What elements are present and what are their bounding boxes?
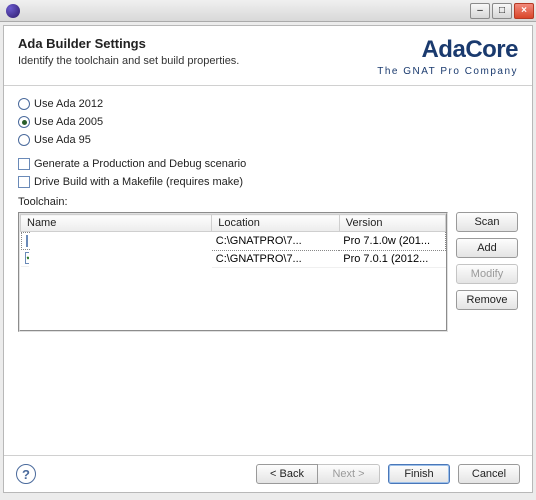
checkbox-label: Generate a Production and Debug scenario — [34, 158, 246, 170]
radio-label: Use Ada 95 — [34, 134, 91, 146]
help-icon[interactable]: ? — [16, 464, 36, 484]
radio-use-ada-2005[interactable]: Use Ada 2005 — [18, 116, 518, 128]
table-row[interactable]: powerpc-elf C:\GNATPRO\7... Pro 7.0.1 (2… — [21, 250, 446, 267]
cancel-button[interactable]: Cancel — [458, 464, 520, 484]
col-version[interactable]: Version — [339, 215, 445, 232]
radio-icon — [18, 134, 30, 146]
minimize-button[interactable]: – — [470, 3, 490, 19]
add-button[interactable]: Add — [456, 238, 518, 258]
next-button: Next > — [318, 464, 380, 484]
radio-label: Use Ada 2012 — [34, 98, 103, 110]
logo-text-core: Core — [465, 36, 518, 63]
page-title: Ada Builder Settings — [18, 36, 239, 51]
app-icon — [6, 4, 20, 18]
checkbox-makefile[interactable]: Drive Build with a Makefile (requires ma… — [18, 176, 518, 188]
row-location: C:\GNATPRO\7... — [212, 232, 340, 251]
checkbox-icon — [18, 176, 30, 188]
checkbox-production-debug[interactable]: Generate a Production and Debug scenario — [18, 158, 518, 170]
row-version: Pro 7.0.1 (2012... — [339, 250, 445, 267]
radio-label: Use Ada 2005 — [34, 116, 103, 128]
row-checkbox[interactable] — [25, 252, 29, 264]
titlebar: – □ × — [0, 0, 536, 22]
close-button[interactable]: × — [514, 3, 534, 19]
toolchain-table[interactable]: Name Location Version native C — [18, 212, 448, 332]
checkbox-label: Drive Build with a Makefile (requires ma… — [34, 176, 243, 188]
finish-button[interactable]: Finish — [388, 464, 450, 484]
dialog-footer: ? < Back Next > Finish Cancel — [4, 455, 532, 492]
col-name[interactable]: Name — [21, 215, 212, 232]
checkbox-icon — [18, 158, 30, 170]
table-row[interactable]: native C:\GNATPRO\7... Pro 7.1.0w (201..… — [21, 232, 446, 251]
radio-icon — [18, 116, 30, 128]
page-subtitle: Identify the toolchain and set build pro… — [18, 55, 239, 67]
radio-icon — [18, 98, 30, 110]
logo-text-ada: Ada — [421, 36, 465, 63]
modify-button: Modify — [456, 264, 518, 284]
row-checkbox[interactable] — [26, 235, 28, 247]
back-button[interactable]: < Back — [256, 464, 318, 484]
radio-use-ada-2012[interactable]: Use Ada 2012 — [18, 98, 518, 110]
row-version: Pro 7.1.0w (201... — [339, 232, 445, 251]
dialog-content: Ada Builder Settings Identify the toolch… — [3, 25, 533, 493]
radio-use-ada-95[interactable]: Use Ada 95 — [18, 134, 518, 146]
row-location: C:\GNATPRO\7... — [212, 250, 340, 267]
dialog-header: Ada Builder Settings Identify the toolch… — [4, 26, 532, 86]
remove-button[interactable]: Remove — [456, 290, 518, 310]
col-location[interactable]: Location — [212, 215, 340, 232]
toolchain-label: Toolchain: — [18, 196, 518, 208]
scan-button[interactable]: Scan — [456, 212, 518, 232]
maximize-button[interactable]: □ — [492, 3, 512, 19]
logo-tagline: The GNAT Pro Company — [377, 66, 518, 77]
dialog-body: Use Ada 2012 Use Ada 2005 Use Ada 95 Gen… — [4, 86, 532, 455]
adacore-logo: AdaCore The GNAT Pro Company — [377, 36, 518, 77]
